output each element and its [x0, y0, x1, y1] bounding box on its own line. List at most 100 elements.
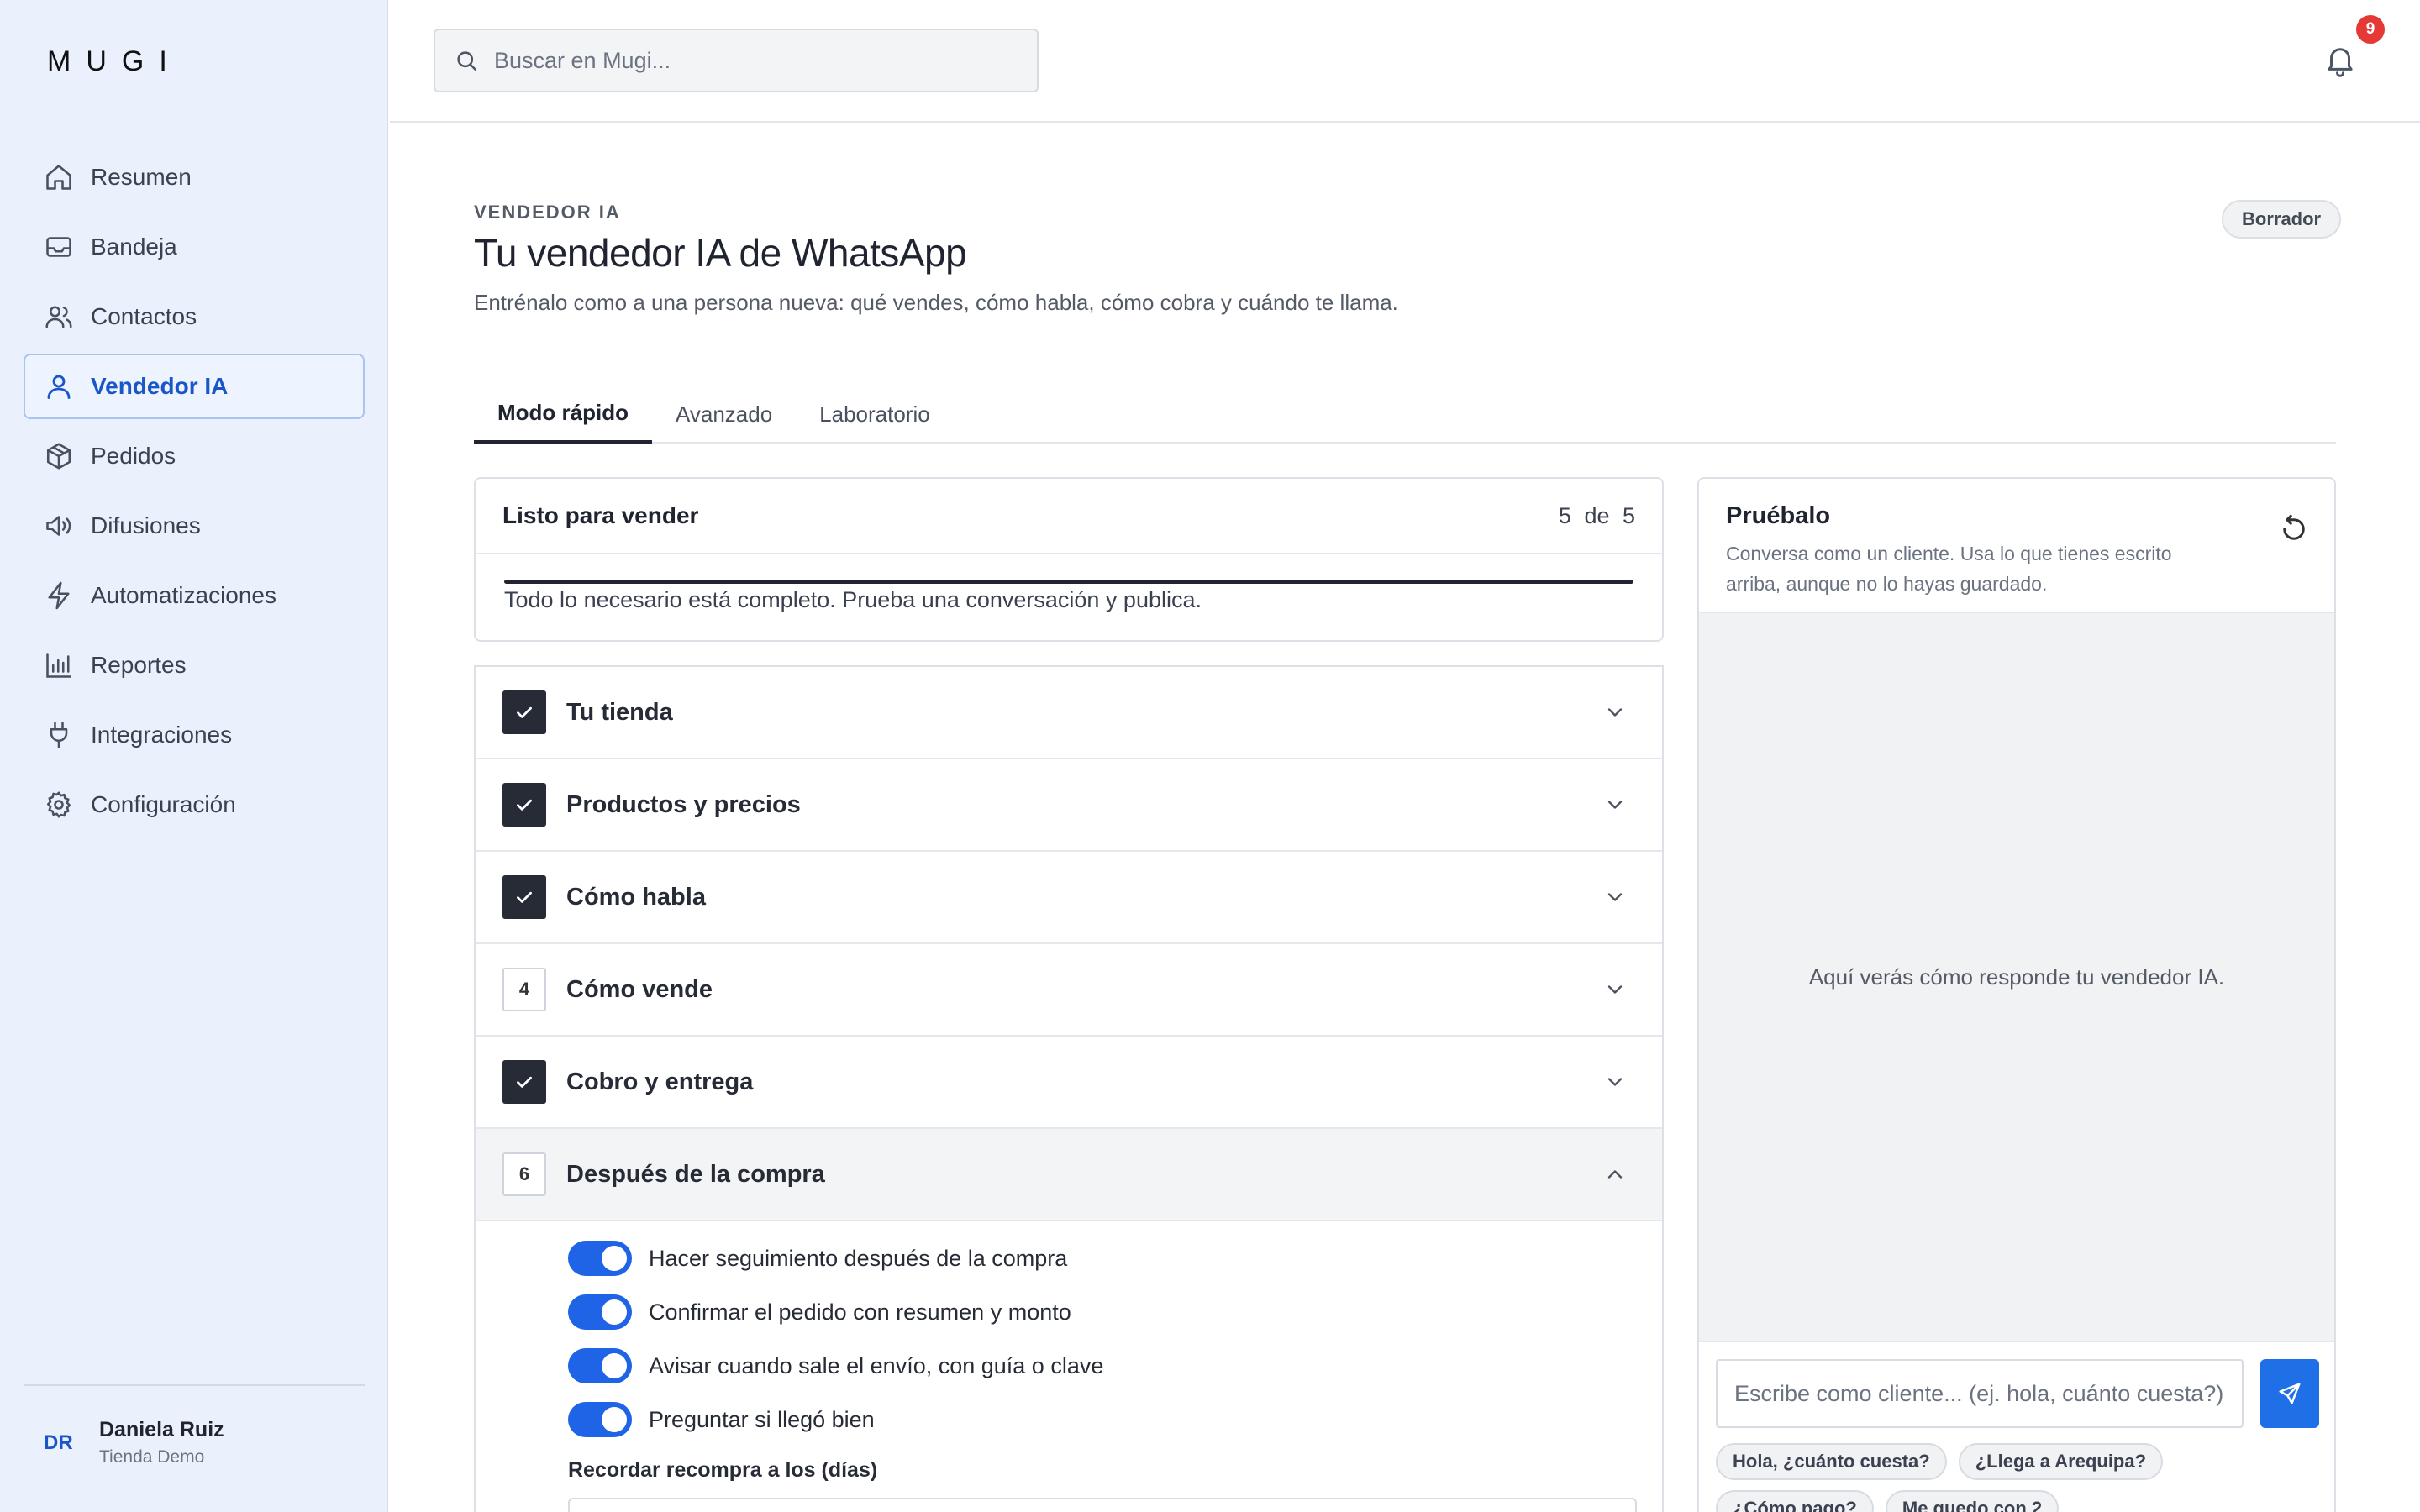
tab-avanzado[interactable]: Avanzado — [652, 385, 796, 444]
reset-icon[interactable] — [2279, 514, 2309, 544]
follow-up-toggle[interactable] — [568, 1241, 632, 1276]
home-icon — [46, 165, 71, 190]
toggle-label: Confirmar el pedido con resumen y monto — [649, 1299, 1071, 1325]
sidebar-item-difusiones[interactable]: Difusiones — [24, 493, 365, 559]
toggle-row: Preguntar si llegó bien — [568, 1393, 1662, 1446]
sidebar-item-reportes[interactable]: Reportes — [24, 633, 365, 698]
step-como-habla[interactable]: Cómo habla — [476, 852, 1662, 944]
step-label: Cómo habla — [566, 883, 706, 911]
step-tu-tienda[interactable]: Tu tienda — [476, 667, 1662, 759]
step-label: Tu tienda — [566, 698, 673, 726]
topbar: 9 — [390, 0, 2420, 123]
chat-title: Pruébalo — [1726, 502, 1831, 529]
suggestion-chip[interactable]: ¿Cómo pago? — [1716, 1490, 1874, 1512]
users-icon — [45, 306, 72, 328]
sidebar-item-automatizaciones[interactable]: Automatizaciones — [24, 563, 365, 628]
step-label: Productos y precios — [566, 790, 801, 818]
chevron-down-icon — [1607, 801, 1623, 809]
tab-bar: Modo rápido Avanzado Laboratorio — [474, 385, 2336, 444]
chat-message-input[interactable] — [1716, 1359, 2244, 1428]
inbox-icon — [46, 237, 71, 257]
sidebar-item-label: Bandeja — [91, 234, 177, 260]
chevron-down-icon — [1607, 985, 1623, 994]
sidebar-item-label: Configuración — [91, 791, 236, 817]
toggle-row: Hacer seguimiento después de la compra — [568, 1231, 1662, 1285]
send-button[interactable] — [2260, 1359, 2319, 1428]
readiness-progress-bar — [504, 580, 1634, 584]
sidebar-item-configuracion[interactable]: Configuración — [24, 772, 365, 837]
chat-empty-state: Aquí verás cómo responde tu vendedor IA. — [1808, 963, 2225, 990]
repurchase-days-input[interactable] — [568, 1498, 1637, 1512]
package-icon — [46, 443, 71, 470]
shipping-notice-toggle[interactable] — [568, 1348, 632, 1383]
step-como-vende[interactable]: 4 Cómo vende — [476, 944, 1662, 1037]
step-cobro-y-entrega[interactable]: Cobro y entrega — [476, 1037, 1662, 1129]
sidebar-item-label: Pedidos — [91, 443, 176, 469]
lightning-icon — [48, 581, 70, 610]
chat-subtitle: Conversa como un cliente. Usa lo que tie… — [1726, 543, 2172, 595]
step-label: Cómo vende — [566, 975, 713, 1003]
bell-icon[interactable] — [2323, 42, 2358, 77]
toggle-row: Avisar cuando sale el envío, con guía o … — [568, 1339, 1662, 1393]
sidebar-item-integraciones[interactable]: Integraciones — [24, 702, 365, 768]
step-number: 6 — [502, 1152, 546, 1196]
user-icon — [47, 375, 71, 399]
sidebar-item-label: Integraciones — [91, 722, 233, 748]
chevron-down-icon — [1607, 708, 1623, 717]
tab-laboratorio[interactable]: Laboratorio — [796, 385, 954, 444]
delivery-check-toggle[interactable] — [568, 1402, 632, 1437]
plug-icon — [50, 722, 68, 748]
chat-composer: Hola, ¿cuánto cuesta? ¿Llega a Arequipa?… — [1699, 1342, 2334, 1512]
sidebar-item-pedidos[interactable]: Pedidos — [24, 423, 365, 489]
sidebar-item-resumen[interactable]: Resumen — [24, 144, 365, 210]
chevron-down-icon — [1607, 1078, 1623, 1086]
user-store: Tienda Demo — [99, 1447, 205, 1467]
suggestion-chips: Hola, ¿cuánto cuesta? ¿Llega a Arequipa?… — [1716, 1443, 2321, 1512]
suggestion-chip[interactable]: Me quedo con 2 — [1885, 1490, 2060, 1512]
status-badge: Borrador — [2222, 200, 2342, 239]
check-icon — [502, 783, 546, 827]
sidebar-item-label: Difusiones — [91, 512, 201, 538]
suggestion-chip[interactable]: ¿Llega a Arequipa? — [1958, 1443, 2164, 1480]
step-label: Después de la compra — [566, 1160, 825, 1188]
step-productos-y-precios[interactable]: Productos y precios — [476, 759, 1662, 852]
sidebar-item-vendedor-ia[interactable]: Vendedor IA — [24, 354, 365, 419]
page-eyebrow: VENDEDOR IA — [474, 202, 621, 223]
sidebar-item-label: Reportes — [91, 652, 187, 678]
search-icon — [457, 51, 476, 71]
page-title: Tu vendedor IA de WhatsApp — [474, 231, 967, 275]
readiness-count: 5 de 5 — [1558, 502, 1635, 528]
sidebar-divider — [24, 1384, 365, 1386]
check-icon — [502, 1060, 546, 1104]
readiness-card: Listo para vender 5 de 5 Todo lo necesar… — [474, 477, 1664, 642]
user-profile[interactable]: DR Daniela Ruiz Tienda Demo — [44, 1418, 224, 1467]
sidebar-item-label: Automatizaciones — [91, 582, 277, 608]
step-number: 4 — [502, 968, 546, 1011]
step-label: Cobro y entrega — [566, 1068, 754, 1095]
search-input[interactable] — [494, 47, 998, 74]
after-purchase-panel: Hacer seguimiento después de la compra C… — [476, 1221, 1662, 1512]
step-despues-de-la-compra[interactable]: 6 Después de la compra — [476, 1129, 1662, 1221]
page-subtitle: Entrénalo como a una persona nueva: qué … — [474, 290, 1398, 315]
confirm-order-toggle[interactable] — [568, 1294, 632, 1330]
setup-steps: Tu tienda Productos y precios Cómo habla… — [474, 665, 1664, 1512]
toggle-row: Confirmar el pedido con resumen y monto — [568, 1285, 1662, 1339]
check-icon — [502, 690, 546, 734]
toggle-label: Hacer seguimiento después de la compra — [649, 1245, 1068, 1271]
sidebar-item-label: Contactos — [91, 303, 197, 329]
notification-badge: 9 — [2356, 15, 2385, 44]
app-logo[interactable]: MUGI — [47, 45, 182, 78]
tab-modo-rapido[interactable]: Modo rápido — [474, 385, 652, 444]
search-box[interactable] — [434, 29, 1039, 92]
chat-messages: Aquí verás cómo responde tu vendedor IA. — [1699, 613, 2334, 1342]
sidebar-item-contactos[interactable]: Contactos — [24, 284, 365, 349]
toggle-label: Preguntar si llegó bien — [649, 1406, 875, 1432]
suggestion-chip[interactable]: Hola, ¿cuánto cuesta? — [1716, 1443, 1947, 1480]
sidebar: MUGI Resumen Bandeja Contactos Vendedor … — [0, 0, 388, 1512]
sidebar-nav: Resumen Bandeja Contactos Vendedor IA Pe… — [24, 144, 365, 842]
chevron-up-icon — [1607, 1170, 1623, 1179]
sidebar-item-bandeja[interactable]: Bandeja — [24, 214, 365, 280]
gear-icon — [46, 791, 71, 818]
chat-preview-panel: Pruébalo Conversa como un cliente. Usa l… — [1697, 477, 2336, 1512]
sidebar-item-label: Vendedor IA — [91, 373, 229, 399]
